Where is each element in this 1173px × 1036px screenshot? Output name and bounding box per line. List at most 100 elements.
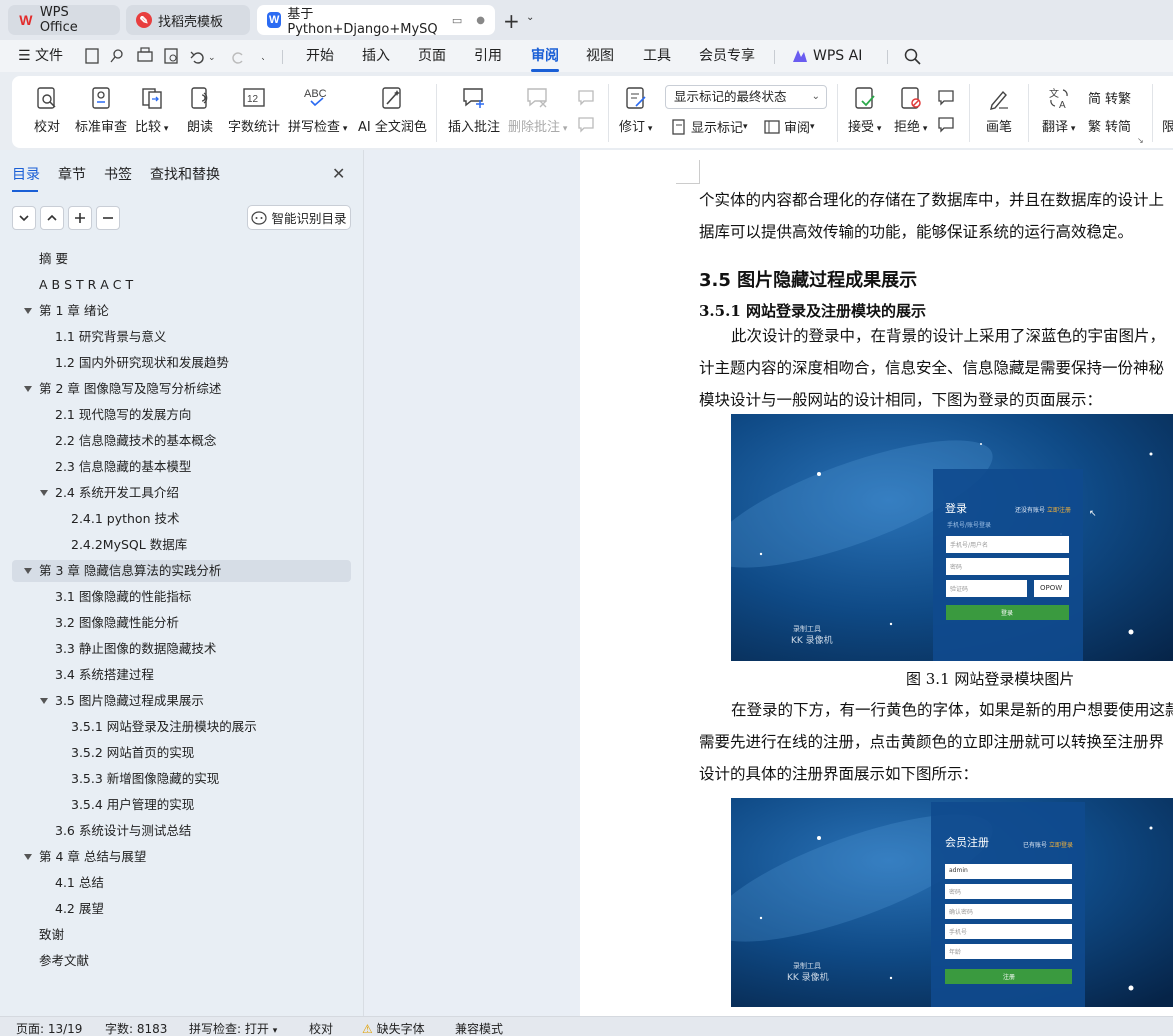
tab-toc[interactable]: 目录 [12,164,40,192]
translate-label: 翻译 ▾ [1042,120,1076,135]
menu-review[interactable]: 审阅 [531,46,559,72]
divider [282,50,283,64]
file-menu[interactable]: ☰ 文件 [18,46,63,66]
toc-item[interactable]: 第 2 章 图像隐写及隐写分析综述 [39,378,221,400]
toc-item[interactable]: 3.3 静止图像的数据隐藏技术 [55,638,216,660]
unsaved-dot-icon[interactable]: ● [476,15,485,26]
tab-sections[interactable]: 章节 [58,164,86,184]
menu-references[interactable]: 引用 [474,46,502,66]
menu-wps-ai[interactable]: WPS AI [792,46,862,66]
ribbon-expand-icon[interactable]: ↘ [1137,136,1144,145]
toc-item[interactable]: 3.6 系统设计与测试总结 [55,820,191,842]
toc-item[interactable]: 3.5.3 新增图像隐藏的实现 [71,768,219,790]
ai-polish-button[interactable]: AI 全文润色 [358,86,427,135]
tab-wps-office[interactable]: W WPS Office [8,5,120,35]
menu-view[interactable]: 视图 [586,46,614,66]
toc-item[interactable]: 参考文献 [39,950,89,972]
toc-item[interactable]: 2.4.1 python 技术 [71,508,179,530]
toc-item[interactable]: 2.1 现代隐写的发展方向 [55,404,191,426]
toc-item[interactable]: 3.4 系统搭建过程 [55,664,154,686]
expand-arrow-icon[interactable] [40,490,48,496]
collapse-up-button[interactable] [40,206,64,230]
accept-button[interactable]: 接受 ▾ [848,86,881,135]
close-icon[interactable]: ✕ [332,164,345,183]
toc-item[interactable]: 3.5.4 用户管理的实现 [71,794,194,816]
menu-insert[interactable]: 插入 [362,46,390,66]
document-page[interactable]: 个实体的内容都合理化的存储在了数据库中，并且在数据库的设计上 据库可以提供高效传… [580,150,1173,1016]
prev-next-change-icons[interactable] [936,88,958,134]
toc-item[interactable]: 3.5.1 网站登录及注册模块的展示 [71,716,257,738]
toc-item[interactable]: 2.2 信息隐藏技术的基本概念 [55,430,216,452]
expand-arrow-icon[interactable] [24,386,32,392]
tab-template[interactable]: ✎ 找稻壳模板 [126,5,250,35]
toc-item[interactable]: 2.3 信息隐藏的基本模型 [55,456,191,478]
missing-font-status[interactable]: ⚠ 缺失字体 [362,1020,425,1036]
quick-access-icons[interactable]: ⌄ ⌄ [84,47,264,65]
to-simplified-button[interactable]: 繁转简 [1088,116,1131,135]
expand-arrow-icon[interactable] [24,568,32,574]
read-aloud-button[interactable]: 朗读 [187,86,213,135]
word-count-button[interactable]: 12 字数统计 [228,86,280,135]
menu-tools[interactable]: 工具 [643,46,671,66]
add-heading-button[interactable] [68,206,92,230]
expand-arrow-icon[interactable] [24,308,32,314]
toc-item[interactable]: 3.2 图像隐藏性能分析 [55,612,179,634]
toc-item[interactable]: 3.1 图像隐藏的性能指标 [55,586,191,608]
remove-heading-button[interactable] [96,206,120,230]
track-changes-button[interactable]: 修订 ▾ [619,86,652,135]
proofread-status[interactable]: 校对 [309,1020,333,1036]
expand-arrow-icon[interactable] [24,854,32,860]
chevron-down-icon[interactable]: ⌄ [526,12,534,23]
toc-item[interactable]: 4.2 展望 [55,898,104,920]
to-traditional-button[interactable]: 简转繁 [1088,88,1131,107]
wps-logo-icon: W [19,12,33,28]
menu-membership[interactable]: 会员专享 [699,46,755,66]
menu-home[interactable]: 开始 [306,46,334,66]
toc-item[interactable]: 第 3 章 隐藏信息算法的实践分析 [39,560,221,582]
spell-check-status[interactable]: 拼写检查: 打开 ▾ [189,1020,277,1036]
toc-item[interactable]: 摘 要 [39,248,68,270]
docer-icon: ✎ [136,12,152,28]
expand-arrow-icon[interactable] [40,698,48,704]
toc-item[interactable]: 2.4.2MySQL 数据库 [71,534,187,556]
tab-document[interactable]: W 基于Python+Django+MySQ ▭ ● [257,5,495,37]
page-corner-mark [676,160,700,184]
spell-check-button[interactable]: ABC 拼写检查 ▾ [288,86,347,135]
prev-next-comment-icons[interactable] [576,88,598,134]
toc-item[interactable]: 3.5 图片隐藏过程成果展示 [55,690,204,712]
register-title: 会员注册 [945,836,989,849]
toc-item[interactable]: 2.4 系统开发工具介绍 [55,482,179,504]
new-tab-icon[interactable]: + [503,9,520,33]
watermark-line-2: KK 录像机 [787,973,829,983]
toc-item[interactable]: 1.2 国内外研究现状和发展趋势 [55,352,229,374]
tab-find-replace[interactable]: 查找和替换 [150,164,220,184]
search-icon[interactable] [904,48,922,66]
proofread-button[interactable]: 校对 [34,86,60,135]
toc-item[interactable]: 第 4 章 总结与展望 [39,846,146,868]
smart-toc-button[interactable]: 智能识别目录 [247,205,351,230]
menu-page[interactable]: 页面 [418,46,446,66]
captcha-text: OPOW [1040,584,1063,592]
standard-review-button[interactable]: 标准审查 [75,86,127,135]
toc-item[interactable]: A B S T R A C T [39,274,133,296]
compare-button[interactable]: 比较 ▾ [135,86,168,135]
show-markup-button[interactable]: 显示标记 ▾ [671,117,748,136]
restrict-button[interactable]: 限 [1162,116,1173,135]
review-pane-button[interactable]: 审阅 ▾ [764,117,815,136]
pen-button[interactable]: 画笔 [986,86,1012,135]
page-indicator[interactable]: 页面: 13/19 [16,1020,82,1036]
toc-item[interactable]: 1.1 研究背景与意义 [55,326,166,348]
toc-item[interactable]: 致谢 [39,924,64,946]
insert-comment-button[interactable]: 插入批注 [448,86,500,135]
compat-mode-status: 兼容模式 [455,1022,504,1036]
translate-button[interactable]: 文A 翻译 ▾ [1042,86,1075,135]
reject-button[interactable]: 拒绝 ▾ [894,86,927,135]
toc-item[interactable]: 3.5.2 网站首页的实现 [71,742,194,764]
delete-comment-button[interactable]: 删除批注 ▾ [508,86,567,135]
tab-bookmarks[interactable]: 书签 [104,164,132,184]
expand-down-button[interactable] [12,206,36,230]
markup-state-select[interactable]: 显示标记的最终状态 ⌄ [665,85,827,109]
word-count-indicator[interactable]: 字数: 8183 [105,1020,167,1036]
toc-item[interactable]: 4.1 总结 [55,872,104,894]
toc-item[interactable]: 第 1 章 绪论 [39,300,109,322]
